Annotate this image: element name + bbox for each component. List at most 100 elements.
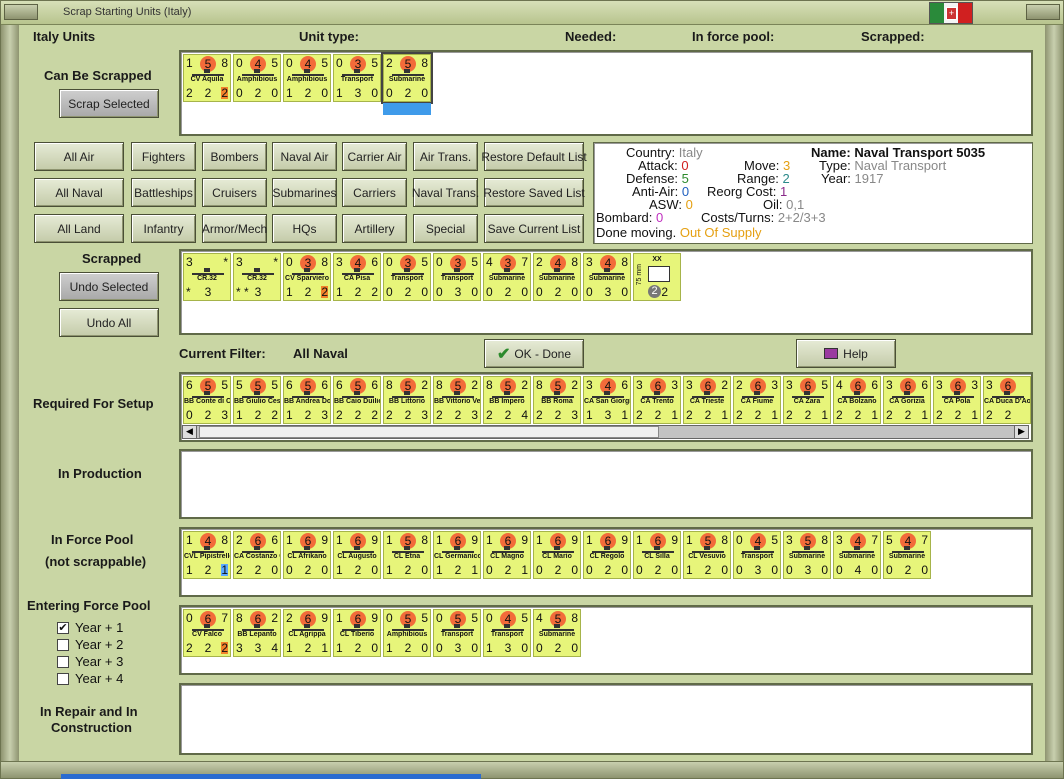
unit-counter[interactable]: 4 3 7 Submarine 0 2 0 [483,253,531,301]
unit-counter[interactable]: 3 4 6 CA Pisa 1 2 2 [333,253,381,301]
unit-counter[interactable]: 656BB Andrea Doria123 [283,376,331,424]
unit-counter[interactable]: 3 6 6 CA Gorizia 2 2 1 [883,376,931,424]
restore-saved-list-button[interactable]: Restore Saved List [483,178,585,207]
unit-counter[interactable]: 3 4 7 Submarine 0 4 0 [833,531,881,579]
filter-infantry-button[interactable]: Infantry [131,214,196,243]
unit-counter[interactable]: 1 6 9 CL Augusto 1 2 0 [333,531,381,579]
unit-counter[interactable]: 3 * CR.32 * * 3 [233,253,281,301]
unit-counter[interactable]: 1 5 8 CL Vesuvio 1 2 0 [683,531,731,579]
unit-counter[interactable]: 0 5 5 Amphibious 1 2 0 [383,609,431,657]
unit-counter[interactable]: 2 5 8 Submarine 0 2 0 [381,52,433,115]
unit-counter[interactable]: 0 4 5 Transport 1 3 0 [483,609,531,657]
unit-counter[interactable]: 346CA San Giorgio131 [583,376,631,424]
unit-counter[interactable]: 8 5 2 BB Impero 2 2 4 [483,376,531,424]
scroll-left-icon[interactable]: ◀ [183,426,197,438]
unit-counter[interactable]: 8 6 2 BB Lepanto 3 3 4 [233,609,281,657]
unit-counter[interactable]: 1 6 9 CL Mario 0 2 0 [533,531,581,579]
year-plus-3-checkbox[interactable]: Year + 3 [57,654,123,669]
unit-counter[interactable]: 1 6 9 CL Regolo 0 2 0 [583,531,631,579]
unit-counter[interactable]: 8 5 2 BB Littorio 2 2 3 [383,376,431,424]
year-plus-4-checkbox[interactable]: Year + 4 [57,671,123,686]
filter-bombers-button[interactable]: Bombers [202,142,267,171]
filter-all-air-button[interactable]: All Air [34,142,124,171]
in-repair-list[interactable] [179,683,1033,755]
filter-armor-mech-button[interactable]: Armor/Mech [202,214,267,243]
unit-counter[interactable]: 8 5 2 BB Roma 2 2 3 [533,376,581,424]
unit-counter[interactable]: 5 4 7 Submarine 0 2 0 [883,531,931,579]
unit-counter[interactable]: 3 6 5 CA Zara 2 2 1 [783,376,831,424]
unit-counter[interactable]: 852BB Vittorio Veneto223 [433,376,481,424]
unit-counter[interactable]: 655BB Conte di Cavour023 [183,376,231,424]
year-plus-1-checkbox[interactable]: ✔ Year + 1 [57,620,123,635]
unit-counter[interactable]: 3 6 3 CA Pola 2 2 1 [933,376,981,424]
unit-counter[interactable]: 1 6 9 CL Germanico 1 2 1 [433,531,481,579]
system-menu-button[interactable] [4,4,38,20]
filter-fighters-button[interactable]: Fighters [131,142,196,171]
restore-default-list-button[interactable]: Restore Default List [481,142,587,171]
unit-counter[interactable]: 1 5 8 CL Etna 1 2 0 [383,531,431,579]
unit-counter[interactable]: 0 5 5 Transport 0 3 0 [433,609,481,657]
unit-counter[interactable]: 36CA Duca D'Aosta22 [983,376,1031,424]
year-plus-2-box[interactable] [57,638,69,651]
unit-counter[interactable]: 1 5 8 CV Aquila 2 2 2 [183,54,231,102]
entering-force-pool-list[interactable]: 0 6 7 CV Falco 2 2 2 8 6 2 BB Lepanto 3 3 4 2 6 9 CL Agri… [179,605,1033,675]
unit-counter[interactable]: 3 * CR.32 * 3 [183,253,231,301]
scrapped-list[interactable]: 3 * CR.32 * 3 3 * CR.32 * * 3 0 3 8 CV Sparviero 1 2 2 3 4… [179,249,1033,335]
unit-counter[interactable]: 1 4 8 CVL Pipistrello 1 2 1 [183,531,231,579]
unit-counter[interactable]: 3 4 8 Submarine 0 3 0 [583,253,631,301]
scrap-selected-button[interactable]: Scrap Selected [59,89,159,118]
year-plus-4-box[interactable] [57,672,69,685]
unit-counter[interactable]: 2 4 8 Submarine 0 2 0 [533,253,581,301]
filter-all-naval-button[interactable]: All Naval [34,178,124,207]
year-plus-1-box[interactable]: ✔ [57,621,69,634]
unit-counter[interactable]: 2 6 3 CA Fiume 2 2 1 [733,376,781,424]
filter-special-button[interactable]: Special [413,214,478,243]
undo-all-button[interactable]: Undo All [59,308,159,337]
unit-counter[interactable]: 0 4 5 Transport 0 3 0 [733,531,781,579]
unit-counter[interactable]: 4 6 6 CA Bolzano 2 2 1 [833,376,881,424]
undo-selected-button[interactable]: Undo Selected [59,272,159,301]
unit-counter[interactable]: 0 3 5 Transport 1 3 0 [333,54,381,102]
unit-counter[interactable]: 1 6 9 CL Afrikano 0 2 0 [283,531,331,579]
unit-counter[interactable]: 1 6 9 CL Tiberio 1 2 0 [333,609,381,657]
filter-air-trans-button[interactable]: Air Trans. [413,142,478,171]
unit-counter[interactable]: 0 4 5 Amphibious 1 2 0 [283,54,331,102]
filter-battleships-button[interactable]: Battleships [131,178,196,207]
can-be-scrapped-list[interactable]: 1 5 8 CV Aquila 2 2 2 0 4 5 Amphibious 0 2 0 0 4 5 Amphib… [179,50,1033,136]
unit-counter[interactable]: 3 5 8 Submarine 0 3 0 [783,531,831,579]
required-scrollbar[interactable]: ◀ ▶ [182,425,1029,439]
unit-counter[interactable]: 0 3 8 CV Sparviero 1 2 2 [283,253,331,301]
unit-counter[interactable]: 1 6 9 CL Silla 0 2 0 [633,531,681,579]
scroll-thumb[interactable] [199,426,659,438]
scroll-right-icon[interactable]: ▶ [1014,426,1028,438]
year-plus-3-box[interactable] [57,655,69,668]
filter-artillery-button[interactable]: Artillery [342,214,407,243]
help-button[interactable]: Help [796,339,896,368]
unit-counter[interactable]: 4 5 8 Submarine 0 2 0 [533,609,581,657]
unit-counter[interactable]: 0 3 5 Transport 0 3 0 [433,253,481,301]
filter-cruisers-button[interactable]: Cruisers [202,178,267,207]
filter-hqs-button[interactable]: HQs [272,214,337,243]
filter-submarines-button[interactable]: Submarines [272,178,337,207]
close-window-button[interactable] [1026,4,1060,20]
filter-carrier-air-button[interactable]: Carrier Air [342,142,407,171]
unit-counter[interactable]: 0 6 7 CV Falco 2 2 2 [183,609,231,657]
unit-counter[interactable]: 1 6 9 CL Magno 0 2 1 [483,531,531,579]
save-current-list-button[interactable]: Save Current List [484,214,584,243]
filter-carriers-button[interactable]: Carriers [342,178,407,207]
unit-counter[interactable]: 0 4 5 Amphibious 0 2 0 [233,54,281,102]
year-plus-2-checkbox[interactable]: Year + 2 [57,637,123,652]
unit-counter[interactable]: 555BB Giulio Cesare122 [233,376,281,424]
unit-counter[interactable]: 2 6 9 CL Agrippa 1 2 1 [283,609,331,657]
filter-naval-air-button[interactable]: Naval Air [272,142,337,171]
in-force-pool-list[interactable]: 148CVL Pipistrello121266CA Costanzo Cian… [179,527,1033,597]
ok-done-button[interactable]: ✔ OK - Done [484,339,584,368]
unit-counter[interactable]: 3 6 2 CA Trieste 2 2 1 [683,376,731,424]
unit-counter[interactable]: 6 5 6 BB Caio Duilio 2 2 2 [333,376,381,424]
filter-naval-trans-button[interactable]: Naval Trans. [412,178,479,207]
unit-counter[interactable]: 3 6 3 CA Trento 2 2 1 [633,376,681,424]
unit-counter-artillery[interactable]: XX 75 mm 2 2 [633,253,681,301]
unit-counter[interactable]: 0 3 5 Transport 0 2 0 [383,253,431,301]
unit-counter[interactable]: 266CA Costanzo Ciano220 [233,531,281,579]
in-production-list[interactable] [179,449,1033,519]
